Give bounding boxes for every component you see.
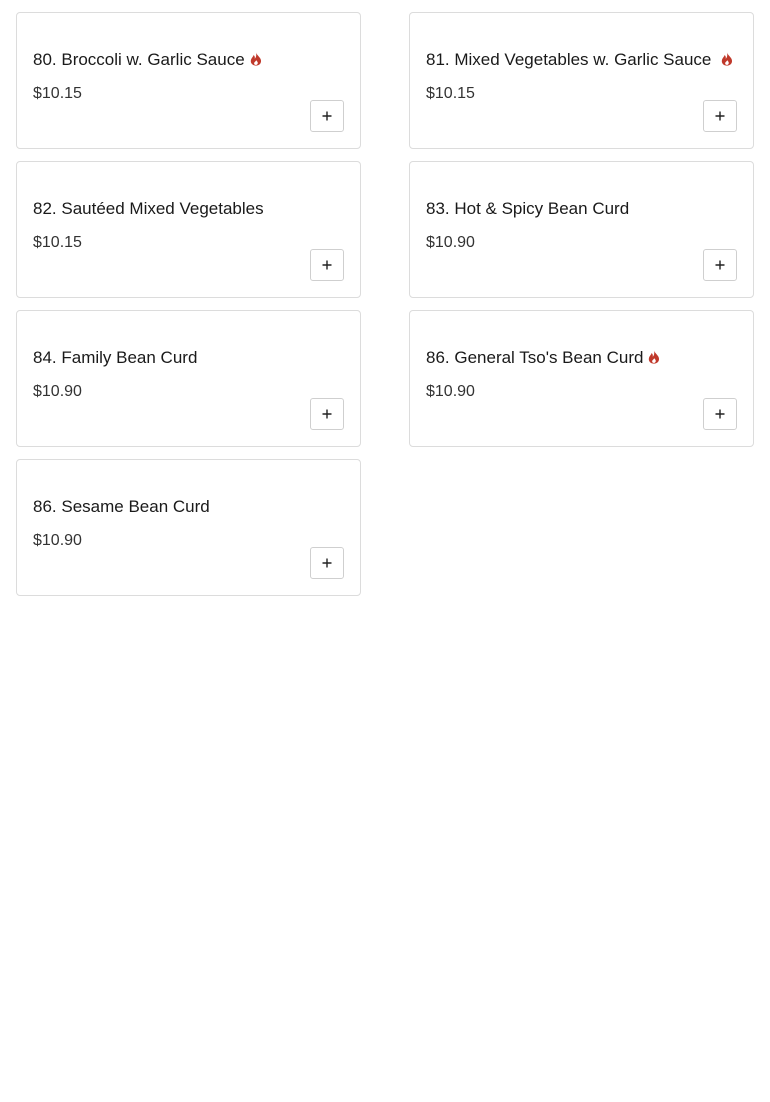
add-to-cart-button[interactable] <box>310 100 344 132</box>
menu-item-price: $10.90 <box>426 233 475 251</box>
menu-grid: 80. Broccoli w. Garlic Sauce $10.15 81. … <box>0 0 770 1102</box>
menu-item-body: 82. Sautéed Mixed Vegetables $10.15 <box>33 162 344 297</box>
menu-item-card[interactable]: 86. General Tso's Bean Curd $10.90 <box>409 310 754 447</box>
menu-item-card[interactable]: 84. Family Bean Curd $10.90 <box>16 310 361 447</box>
add-to-cart-button[interactable] <box>310 398 344 430</box>
add-to-cart-button[interactable] <box>703 398 737 430</box>
menu-item-title: 81. Mixed Vegetables w. Garlic Sauce <box>426 50 737 70</box>
plus-icon <box>322 260 332 270</box>
menu-item-body: 83. Hot & Spicy Bean Curd $10.90 <box>426 162 737 297</box>
menu-item-body: 81. Mixed Vegetables w. Garlic Sauce $10… <box>426 13 737 148</box>
plus-icon <box>322 558 332 568</box>
menu-item-body: 84. Family Bean Curd $10.90 <box>33 311 344 446</box>
menu-item-card[interactable]: 83. Hot & Spicy Bean Curd $10.90 <box>409 161 754 298</box>
menu-item-price: $10.90 <box>426 382 475 400</box>
menu-item-title: 86. General Tso's Bean Curd <box>426 348 737 368</box>
menu-item-name: 84. Family Bean Curd <box>33 347 198 367</box>
menu-item-card[interactable]: 80. Broccoli w. Garlic Sauce $10.15 <box>16 12 361 149</box>
plus-icon <box>322 409 332 419</box>
flame-icon <box>649 350 660 364</box>
add-to-cart-button[interactable] <box>703 249 737 281</box>
menu-item-price: $10.90 <box>33 382 82 400</box>
flame-icon <box>721 52 733 66</box>
menu-item-name: 83. Hot & Spicy Bean Curd <box>426 198 630 218</box>
add-to-cart-button[interactable] <box>703 100 737 132</box>
flame-icon <box>250 52 261 66</box>
plus-icon <box>715 409 725 419</box>
menu-item-name: 82. Sautéed Mixed Vegetables <box>33 198 264 218</box>
plus-icon <box>715 111 725 121</box>
add-to-cart-button[interactable] <box>310 547 344 579</box>
menu-item-price: $10.15 <box>426 84 475 102</box>
menu-item-title: 80. Broccoli w. Garlic Sauce <box>33 50 344 70</box>
plus-icon <box>715 260 725 270</box>
menu-item-price: $10.90 <box>33 531 82 549</box>
menu-item-card[interactable]: 86. Sesame Bean Curd $10.90 <box>16 459 361 596</box>
menu-item-name: 80. Broccoli w. Garlic Sauce <box>33 49 245 69</box>
menu-item-price: $10.15 <box>33 84 82 102</box>
add-to-cart-button[interactable] <box>310 249 344 281</box>
menu-item-name: 86. General Tso's Bean Curd <box>426 347 644 367</box>
menu-item-card[interactable]: 81. Mixed Vegetables w. Garlic Sauce $10… <box>409 12 754 149</box>
menu-item-body: 86. Sesame Bean Curd $10.90 <box>33 460 344 595</box>
menu-item-name: 86. Sesame Bean Curd <box>33 496 210 516</box>
plus-icon <box>322 111 332 121</box>
menu-item-body: 86. General Tso's Bean Curd $10.90 <box>426 311 737 446</box>
menu-item-card[interactable]: 82. Sautéed Mixed Vegetables $10.15 <box>16 161 361 298</box>
menu-item-body: 80. Broccoli w. Garlic Sauce $10.15 <box>33 13 344 148</box>
menu-item-name: 81. Mixed Vegetables w. Garlic Sauce <box>426 49 712 69</box>
menu-item-price: $10.15 <box>33 233 82 251</box>
